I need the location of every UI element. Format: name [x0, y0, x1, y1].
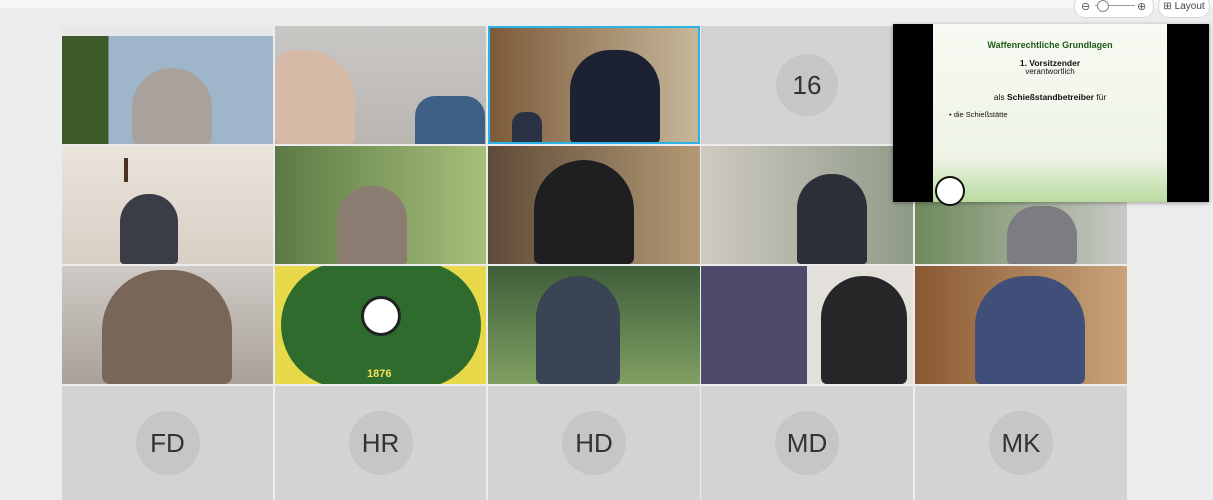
person-silhouette — [120, 194, 178, 264]
presentation-slide: Waffenrechtliche Grundlagen 1. Vorsitzen… — [933, 24, 1167, 206]
participant-video-tile[interactable] — [62, 146, 273, 264]
person-silhouette — [536, 276, 620, 384]
person-silhouette — [797, 174, 867, 264]
participant-video-tile[interactable] — [275, 26, 486, 144]
participant-avatar-tile[interactable]: HR — [275, 386, 486, 500]
slide-title: Waffenrechtliche Grundlagen — [987, 40, 1113, 50]
top-bar — [0, 0, 1213, 8]
participant-video-tile-active-speaker[interactable] — [488, 26, 700, 144]
avatar-initials: MD — [775, 411, 839, 475]
participant-video-tile[interactable] — [488, 146, 700, 264]
avatar-initials: FD — [135, 411, 200, 475]
participant-avatar-tile[interactable]: HD — [488, 386, 700, 500]
hidden-count: 16 — [776, 54, 838, 116]
slide-line-prefix: als — [993, 92, 1008, 102]
slide-line-suffix: für — [1093, 92, 1107, 102]
person-silhouette — [337, 186, 407, 264]
person-silhouette — [415, 96, 485, 144]
participant-avatar-tile[interactable]: FD — [62, 386, 273, 500]
avatar-initials: MK — [989, 411, 1053, 475]
participant-avatar-tile[interactable]: MK — [915, 386, 1127, 500]
slide-subtitle-2: verantwortlich — [1025, 67, 1075, 76]
zoom-knob[interactable] — [1097, 0, 1109, 12]
participant-video-tile[interactable] — [488, 266, 700, 384]
avatar-initials: HR — [348, 411, 413, 475]
slide-line-bold: Schießstandbetreiber — [1007, 92, 1094, 102]
zoom-slider[interactable]: ⊖ ⊕ — [1074, 0, 1154, 18]
layout-label: Layout — [1174, 0, 1205, 12]
avatar-initials: HD — [562, 411, 626, 475]
hidden-participants-tile[interactable]: 16 — [701, 26, 913, 144]
person-silhouette — [132, 68, 212, 144]
person-silhouette — [1007, 206, 1077, 264]
layout-button[interactable]: ⊞ Layout — [1158, 0, 1210, 18]
grid-icon: ⊞ — [1163, 0, 1172, 12]
club-logo-tile[interactable]: 1876 — [275, 266, 486, 384]
club-logo-year: 1876 — [367, 368, 392, 380]
crucifix — [124, 158, 128, 182]
participant-video-tile[interactable] — [62, 266, 273, 384]
slide-text-line: als Schießstandbetreiber für — [933, 92, 1167, 102]
slide-bullet: • die Schießstätte — [949, 110, 1008, 119]
zoom-out-icon[interactable]: ⊖ — [1081, 0, 1090, 13]
participant-video-tile[interactable] — [701, 146, 913, 264]
person-silhouette — [275, 50, 355, 144]
person-silhouette — [975, 276, 1085, 384]
person-silhouette — [534, 160, 634, 264]
participant-video-tile[interactable] — [701, 266, 913, 384]
zoom-in-icon[interactable]: ⊕ — [1137, 0, 1146, 13]
target-icon — [361, 296, 401, 336]
association-logo-icon — [935, 176, 965, 206]
participant-video-tile[interactable] — [915, 266, 1127, 384]
person-silhouette — [102, 270, 232, 384]
participant-video-tile[interactable] — [62, 26, 273, 144]
person-silhouette — [512, 112, 542, 142]
participant-video-tile[interactable] — [275, 146, 486, 264]
screen-share-window[interactable]: Waffenrechtliche Grundlagen 1. Vorsitzen… — [893, 24, 1209, 206]
participant-avatar-tile[interactable]: MD — [701, 386, 913, 500]
person-silhouette — [821, 276, 907, 384]
window-frame — [62, 26, 273, 36]
person-silhouette — [570, 50, 660, 142]
